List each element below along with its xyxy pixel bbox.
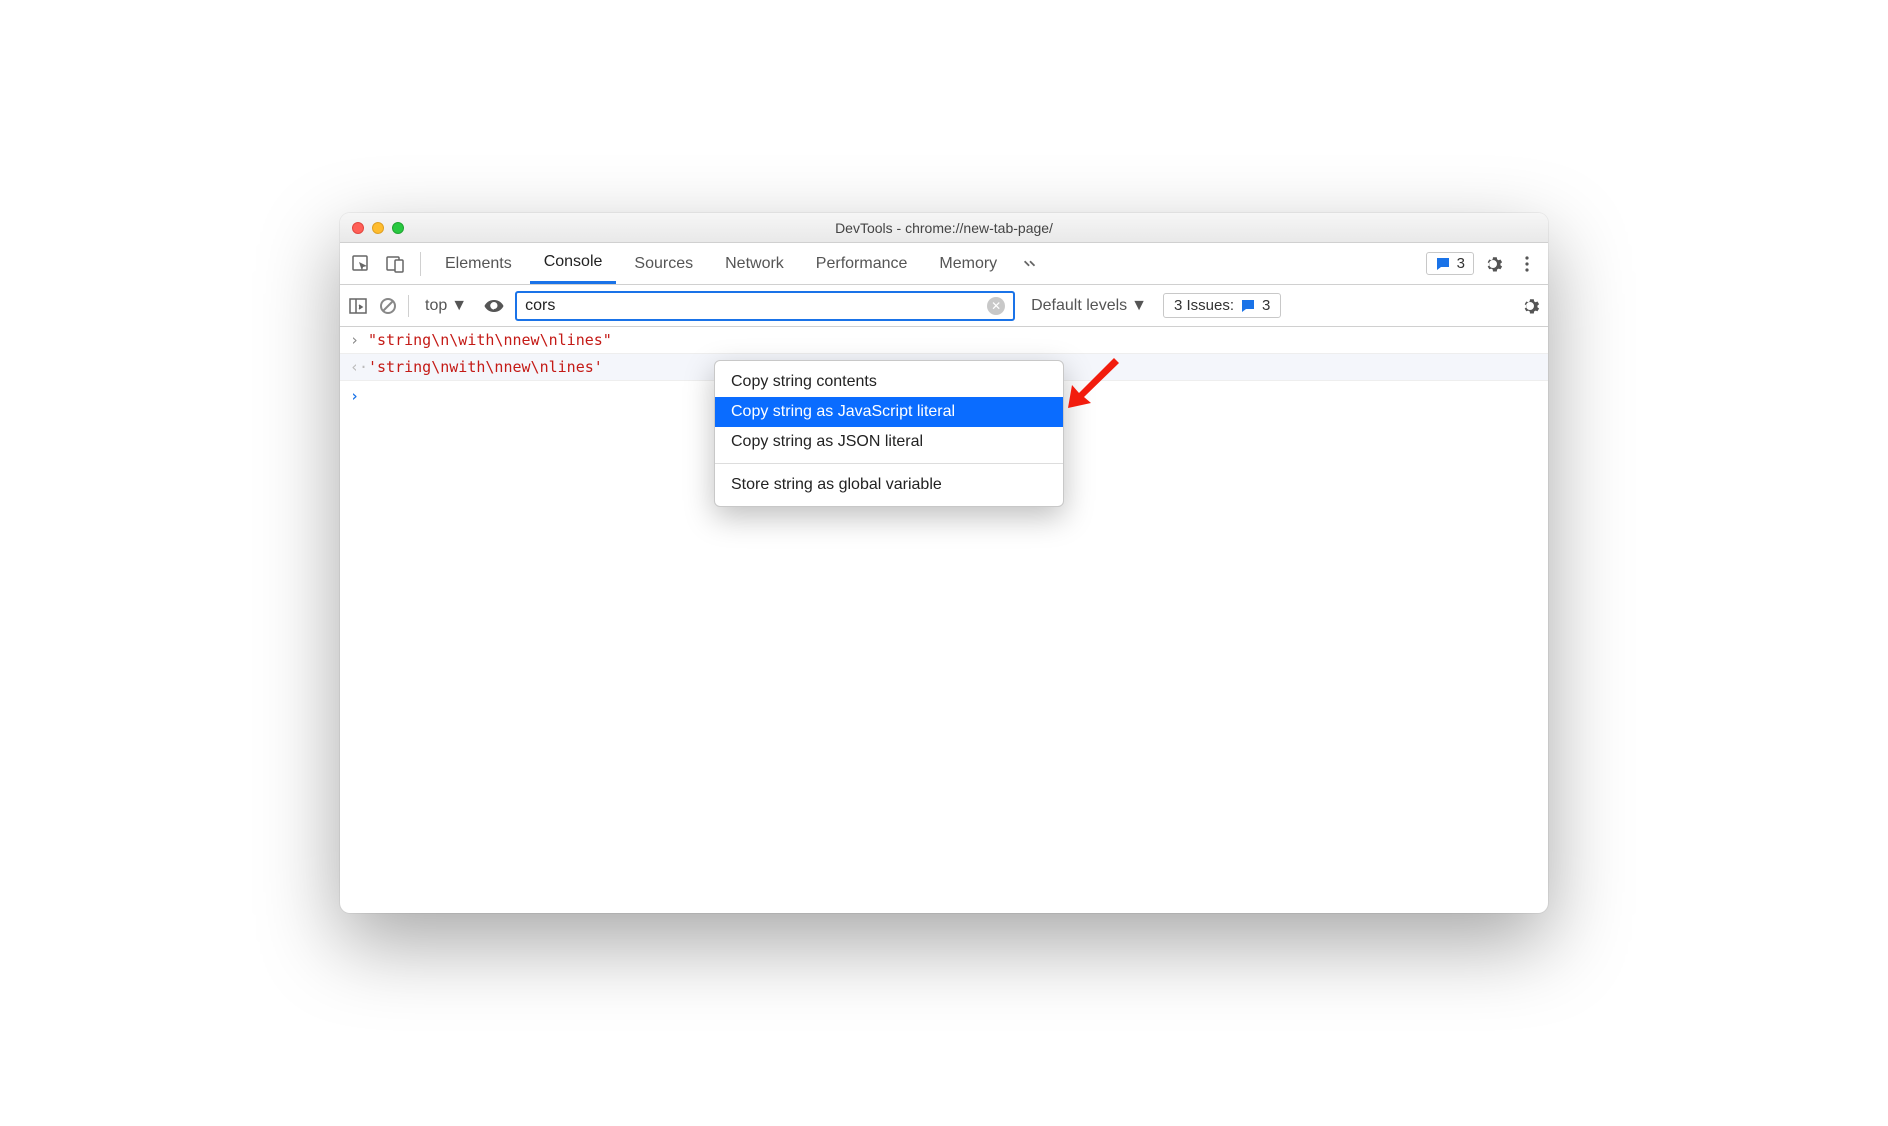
chevron-down-icon: ▼ [1131,297,1147,315]
more-tabs-chevron-icon[interactable] [1015,249,1045,279]
console-input-row[interactable]: › "string\n\with\nnew\nlines" [340,327,1548,354]
menu-copy-string-js-literal[interactable]: Copy string as JavaScript literal [715,397,1063,427]
live-expression-eye-icon[interactable] [483,295,505,317]
clear-console-icon[interactable] [378,296,398,316]
console-body: › "string\n\with\nnew\nlines" ‹· 'string… [340,327,1548,913]
settings-gear-icon[interactable] [1478,249,1508,279]
main-tabbar: Elements Console Sources Network Perform… [340,243,1548,285]
kebab-menu-icon[interactable] [1512,249,1542,279]
divider [408,295,409,317]
zoom-window-button[interactable] [392,222,404,234]
console-settings-gear-icon[interactable] [1520,296,1540,316]
window-title: DevTools - chrome://new-tab-page/ [340,220,1548,236]
minimize-window-button[interactable] [372,222,384,234]
menu-separator [715,463,1063,464]
chevron-down-icon: ▼ [451,297,467,315]
menu-copy-string-json-literal[interactable]: Copy string as JSON literal [715,427,1063,457]
issues-label: 3 Issues: [1174,297,1234,314]
tab-memory[interactable]: Memory [925,243,1011,284]
context-menu: Copy string contents Copy string as Java… [714,360,1064,507]
execution-context-selector[interactable]: top ▼ [419,295,473,317]
tab-console[interactable]: Console [530,243,617,284]
menu-copy-string-contents[interactable]: Copy string contents [715,367,1063,397]
message-icon [1240,298,1256,314]
tab-network[interactable]: Network [711,243,798,284]
divider [420,252,421,276]
output-chevron-icon: ‹· [350,358,368,376]
tab-performance[interactable]: Performance [802,243,922,284]
console-code: "string\n\with\nnew\nlines" [368,331,612,349]
log-levels-selector[interactable]: Default levels ▼ [1025,295,1153,317]
inspect-element-icon[interactable] [346,249,376,279]
devtools-window: DevTools - chrome://new-tab-page/ Elemen… [340,213,1548,913]
tab-sources[interactable]: Sources [620,243,707,284]
tab-elements[interactable]: Elements [431,243,526,284]
console-code: 'string\nwith\nnew\nlines' [368,358,603,376]
message-icon [1435,256,1451,272]
filter-input-wrapper: ✕ [515,291,1015,321]
errors-badge[interactable]: 3 [1426,252,1474,275]
console-toolbar: top ▼ ✕ Default levels ▼ 3 Issues: 3 [340,285,1548,327]
issues-count: 3 [1262,297,1270,314]
menu-store-global-variable[interactable]: Store string as global variable [715,470,1063,500]
issues-button[interactable]: 3 Issues: 3 [1163,293,1281,318]
titlebar: DevTools - chrome://new-tab-page/ [340,213,1548,243]
input-chevron-icon: › [350,331,368,349]
console-sidebar-toggle-icon[interactable] [348,296,368,316]
clear-filter-icon[interactable]: ✕ [987,297,1005,315]
errors-count: 3 [1457,255,1465,272]
prompt-chevron-icon: › [350,387,368,405]
levels-label: Default levels [1031,297,1127,315]
traffic-lights [352,222,404,234]
context-label: top [425,297,447,315]
device-toolbar-icon[interactable] [380,249,410,279]
close-window-button[interactable] [352,222,364,234]
filter-input[interactable] [525,297,987,315]
